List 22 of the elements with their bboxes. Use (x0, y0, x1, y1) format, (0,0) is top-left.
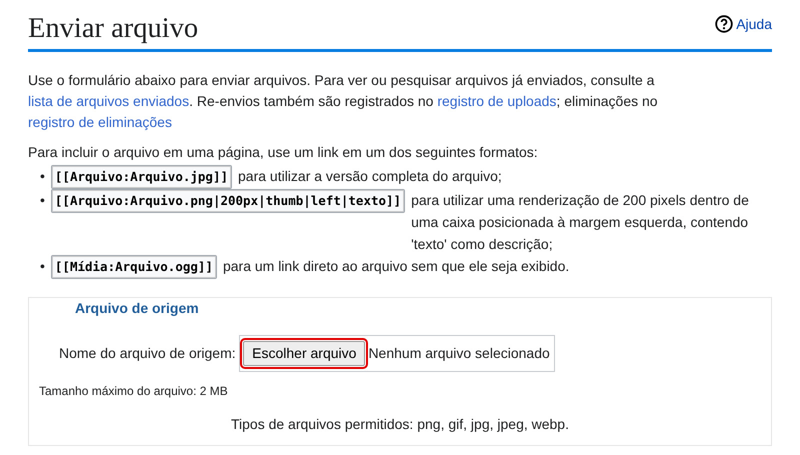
page-title: Enviar arquivo (28, 12, 198, 46)
field-label: Nome do arquivo de origem: (59, 344, 236, 364)
bullet: • (40, 167, 45, 186)
wiki-code: [[Arquivo:Arquivo.jpg]] (50, 165, 232, 190)
format-description: para um link direto ao arquivo sem que ele seja exibido. (222, 257, 570, 276)
file-input[interactable]: Escolher arquivo Nenhum arquivo selecionado (239, 335, 555, 372)
allowed-types-note: Tipos de arquivos permitidos: png, gif, jpg, jpeg, webp. (230, 415, 570, 434)
format-description: para utilizar uma renderização de 200 pixels dentro de uma caixa posicionada à margem esquerda, contendo 'texto' como descrição; (411, 191, 750, 254)
inline-link[interactable]: registro de eliminações (28, 114, 172, 130)
choose-file-button[interactable]: Escolher arquivo (243, 341, 366, 366)
bullet: • (40, 257, 45, 276)
wiki-code: [[Mídia:Arquivo.ogg]] (50, 255, 217, 280)
help-icon (714, 15, 733, 33)
bullet: • (40, 191, 45, 210)
inline-link[interactable]: registro de uploads (437, 93, 556, 110)
intro-paragraph: Use o formulário abaixo para enviar arquivos. Para ver ou pesquisar arquivos já enviados, consulte a lista de arquivos enviados. Re-envios também são registrados no registro de uploads; eliminações no registro de eliminações (28, 71, 659, 132)
inline-link[interactable]: lista de arquivos enviados (28, 93, 190, 110)
wiki-code: [[Arquivo:Arquivo.png|200px|thumb|left|texto]] (50, 189, 406, 214)
formats-intro: Para incluir o arquivo em uma página, use um link em um dos seguintes formatos: (28, 143, 539, 162)
help-link[interactable]: Ajuda (714, 14, 772, 34)
format-description: para utilizar a versão completa do arquivo; (238, 167, 502, 186)
max-size-note: Tamanho máximo do arquivo: 2 MB (39, 383, 228, 400)
